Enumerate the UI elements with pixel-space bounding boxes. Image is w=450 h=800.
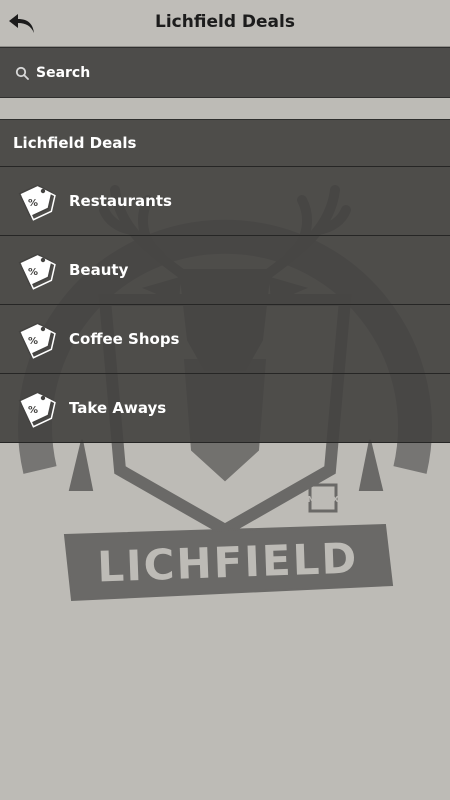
list-item-restaurants[interactable]: % Restaurants [0,166,450,235]
list-item-label: Restaurants [69,192,172,210]
watermark-badge-text: MM XX [307,495,339,504]
page-title: Lichfield Deals [155,12,295,32]
list-item-take-aways[interactable]: % Take Aways [0,373,450,443]
section-title: Lichfield Deals [13,134,137,152]
discount-tag-icon: % [18,322,56,359]
list-item-label: Beauty [69,261,129,279]
watermark-text: LICHFIELD [96,533,359,591]
section-header: Lichfield Deals [0,119,450,166]
svg-text:%: % [28,336,38,347]
svg-text:%: % [28,198,38,209]
list-item-label: Coffee Shops [69,330,180,348]
search-input[interactable] [34,60,438,86]
discount-tag-icon: % [18,391,56,428]
list-item-coffee-shops[interactable]: % Coffee Shops [0,304,450,373]
discount-tag-icon: % [18,184,56,221]
list-item-label: Take Aways [69,399,167,417]
svg-text:%: % [28,405,38,416]
list-item-beauty[interactable]: % Beauty [0,235,450,304]
svg-text:%: % [28,267,38,278]
search-icon [15,66,29,80]
top-bar: Lichfield Deals [0,0,450,47]
discount-tag-icon: % [18,253,56,290]
search-bar [0,47,450,98]
category-list: % Restaurants % Beauty % Coffee Shops % … [0,166,450,443]
